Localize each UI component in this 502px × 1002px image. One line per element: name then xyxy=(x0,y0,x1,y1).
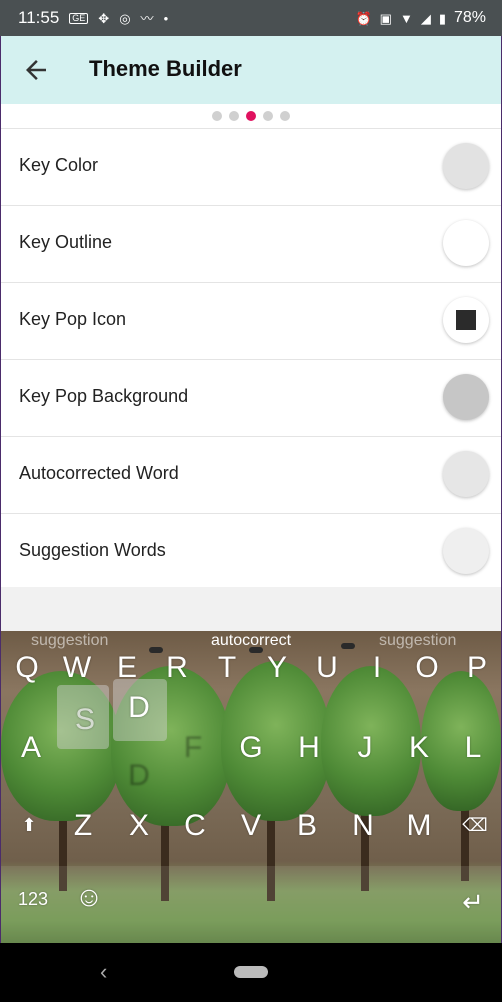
instagram-icon: ◎ xyxy=(119,10,131,26)
setting-row-autocorrected-word[interactable]: Autocorrected Word xyxy=(1,436,501,513)
preview-spacer xyxy=(1,587,501,631)
key-w[interactable]: W xyxy=(57,651,97,685)
key-t[interactable]: T xyxy=(207,651,247,685)
setting-row-key-pop-background[interactable]: Key Pop Background xyxy=(1,359,501,436)
page-dot xyxy=(212,111,222,121)
color-swatch[interactable] xyxy=(443,374,489,420)
ge-icon: GE xyxy=(69,12,89,24)
key-b[interactable]: B xyxy=(287,809,327,843)
backspace-icon[interactable]: ⌫ xyxy=(455,815,495,836)
key-o[interactable]: O xyxy=(407,651,447,685)
key-d[interactable]: D xyxy=(119,759,159,793)
color-swatch[interactable] xyxy=(443,143,489,189)
color-swatch[interactable] xyxy=(443,528,489,574)
page-title: Theme Builder xyxy=(89,56,242,81)
key-e[interactable]: E xyxy=(107,651,147,685)
wifi-icon: ▼ xyxy=(399,10,413,26)
setting-row-key-color[interactable]: Key Color xyxy=(1,128,501,205)
key-r[interactable]: R xyxy=(157,651,197,685)
key-x[interactable]: X xyxy=(119,809,159,843)
battery-percent: 78% xyxy=(453,9,486,26)
home-pill-icon[interactable] xyxy=(234,966,268,978)
page-dot xyxy=(263,111,273,121)
chevron-left-icon[interactable]: ‹ xyxy=(100,959,107,985)
mustache-icon: 〰 xyxy=(140,10,154,26)
settings-list: Key Color Key Outline Key Pop Icon Key P… xyxy=(1,128,501,591)
status-time: 11:55 xyxy=(18,8,60,27)
key-y[interactable]: Y xyxy=(257,651,297,685)
signal-icon: ◢ xyxy=(420,10,431,26)
navigation-bar: ‹ xyxy=(0,943,502,1002)
key-p[interactable]: P xyxy=(457,651,497,685)
key-j[interactable]: J xyxy=(345,731,385,765)
suggestion-center[interactable]: autocorrect xyxy=(211,632,291,650)
alarm-icon: ⏰ xyxy=(355,10,372,26)
suggestion-left[interactable]: suggestion xyxy=(31,632,108,650)
page-indicator xyxy=(1,104,501,128)
keyboard-preview: suggestion autocorrect suggestion D Q W … xyxy=(1,631,501,943)
shift-arrow-icon[interactable]: ⬆ xyxy=(9,815,49,836)
page-dot xyxy=(280,111,290,121)
key-k[interactable]: K xyxy=(399,731,439,765)
key-g[interactable]: G xyxy=(231,731,271,765)
smiley-icon[interactable]: ☺ xyxy=(69,881,109,913)
enter-icon[interactable]: ↵ xyxy=(453,887,493,918)
setting-label: Key Pop Background xyxy=(19,386,189,406)
cast-icon: ▣ xyxy=(379,10,392,26)
page-dot-active xyxy=(246,111,256,121)
key-h[interactable]: H xyxy=(289,731,329,765)
key-c[interactable]: C xyxy=(175,809,215,843)
color-swatch[interactable] xyxy=(443,451,489,497)
page-dot xyxy=(229,111,239,121)
key-pop-letter: D xyxy=(128,691,150,724)
key-q[interactable]: Q xyxy=(7,651,47,685)
key-a[interactable]: A xyxy=(11,731,51,765)
status-bar: 11:55 GE ✥ ◎ 〰 • ⏰ ▣ ▼ ◢ ▮ 78% xyxy=(0,0,502,36)
key-z[interactable]: Z xyxy=(63,809,103,843)
swatch-inner-square xyxy=(456,310,476,330)
setting-label: Autocorrected Word xyxy=(19,463,179,483)
key-v[interactable]: V xyxy=(231,809,271,843)
key-s[interactable]: S xyxy=(65,703,105,737)
key-l[interactable]: L xyxy=(453,731,493,765)
key-f[interactable]: F xyxy=(173,731,213,765)
setting-row-key-pop-icon[interactable]: Key Pop Icon xyxy=(1,282,501,359)
arrow-left-icon[interactable] xyxy=(21,55,51,85)
setting-label: Key Pop Icon xyxy=(19,309,127,329)
key-m[interactable]: M xyxy=(399,809,439,843)
key-n[interactable]: N xyxy=(343,809,383,843)
suggestion-right[interactable]: suggestion xyxy=(379,632,456,650)
setting-label: Key Color xyxy=(19,155,99,175)
key-i[interactable]: I xyxy=(357,651,397,685)
setting-row-key-outline[interactable]: Key Outline xyxy=(1,205,501,282)
key-u[interactable]: U xyxy=(307,651,347,685)
battery-icon: ▮ xyxy=(438,10,446,26)
setting-row-suggestion-words[interactable]: Suggestion Words xyxy=(1,513,501,590)
game-icon: ✥ xyxy=(98,10,110,26)
suggestion-strip: suggestion autocorrect suggestion xyxy=(1,631,501,653)
dot-icon: • xyxy=(163,10,169,26)
color-swatch[interactable] xyxy=(443,297,489,343)
numbers-key[interactable]: 123 xyxy=(13,889,53,910)
color-swatch[interactable] xyxy=(443,220,489,266)
app-bar: Theme Builder xyxy=(1,36,501,104)
setting-label: Suggestion Words xyxy=(19,540,166,560)
setting-label: Key Outline xyxy=(19,232,113,252)
